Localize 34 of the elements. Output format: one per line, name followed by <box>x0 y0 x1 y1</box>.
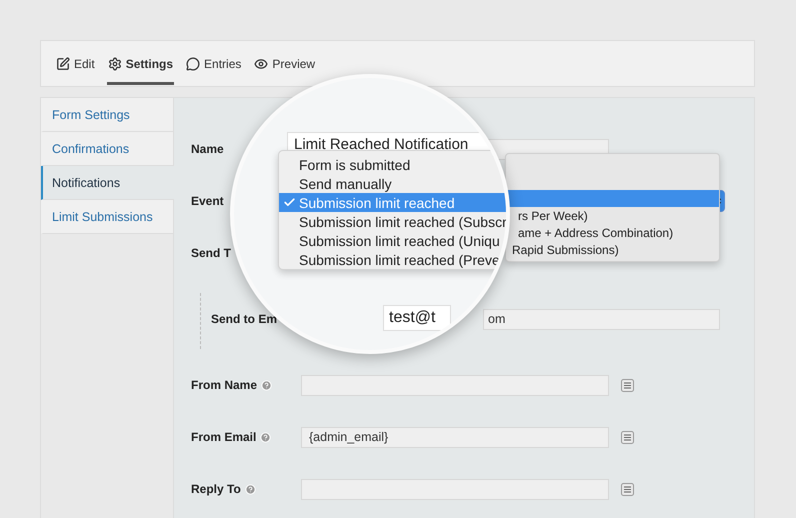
email-field[interactable]: om <box>483 308 720 330</box>
menu-item[interactable]: Submission limit reached (Preve <box>279 250 506 269</box>
menu-item[interactable]: Submission limit reached (Uniqu <box>279 231 506 250</box>
merge-tag-icon[interactable] <box>621 378 634 392</box>
text-field[interactable] <box>301 478 609 500</box>
field-label: Reply To <box>191 482 241 496</box>
field-label: Name <box>191 142 224 156</box>
menu-item[interactable]: Send manually <box>279 174 506 193</box>
menu-item[interactable]: ame + Address Combination) <box>518 226 674 240</box>
merge-tag-icon[interactable] <box>621 430 634 444</box>
sidebar-item[interactable]: Form Settings <box>41 98 173 132</box>
menu-item[interactable]: Rapid Submissions) <box>512 242 619 256</box>
help-icon[interactable] <box>244 484 256 494</box>
field-label: Event <box>191 194 224 208</box>
text-field[interactable]: {admin_email} <box>301 426 609 448</box>
checkmark-icon <box>283 196 296 209</box>
merge-tag-icon[interactable] <box>621 482 634 496</box>
help-icon[interactable] <box>261 380 272 390</box>
field-label: Send to Em <box>211 312 278 326</box>
email-field[interactable]: test@t <box>383 305 451 331</box>
menu-item[interactable]: rs Per Week) <box>518 208 588 222</box>
field-label: From Email <box>191 430 256 444</box>
menu-item[interactable]: Form is submitted <box>279 155 506 174</box>
speech-bubble-icon <box>186 56 200 70</box>
text-field[interactable] <box>301 374 609 396</box>
help-icon[interactable] <box>260 432 272 442</box>
sidebar-item[interactable]: Limit Submissions <box>41 200 173 234</box>
field-label: Send T <box>191 246 232 260</box>
field-label: From Name <box>191 378 258 392</box>
gear-icon <box>108 56 122 70</box>
sidebar-item[interactable]: Confirmations <box>41 132 173 166</box>
eye-icon <box>254 56 268 70</box>
edit-icon <box>56 56 70 70</box>
sidebar-item[interactable]: Notifications <box>41 166 174 200</box>
